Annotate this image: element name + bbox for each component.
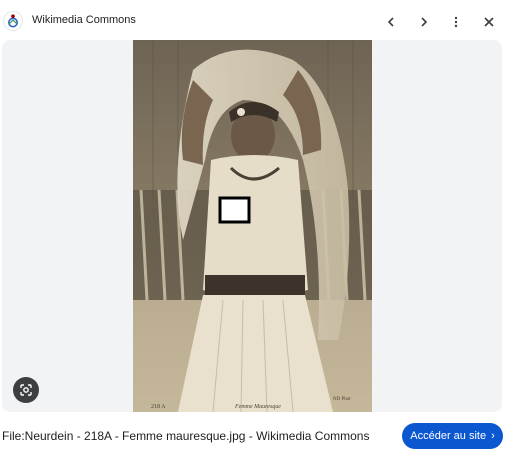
lens-search-icon	[20, 384, 32, 396]
photo-inscription-left: 218 A	[151, 404, 166, 410]
preview-image[interactable]: 218 A Femme Mauresque ND Phot	[133, 40, 372, 412]
header-bar: Wikimedia Commons	[0, 0, 512, 40]
visit-site-label: Accéder au site	[410, 430, 487, 442]
chevron-left-icon	[387, 17, 394, 27]
more-options-button[interactable]	[445, 11, 467, 33]
more-vert-icon	[454, 16, 458, 28]
chevron-right-icon: ›	[491, 429, 495, 442]
photo-inscription-center: Femme Mauresque	[234, 404, 281, 410]
site-name: Wikimedia Commons	[32, 14, 136, 26]
image-viewer: 218 A Femme Mauresque ND Phot	[2, 40, 502, 412]
visit-site-button[interactable]: Accéder au site ›	[402, 423, 503, 449]
wikimedia-logo-icon	[4, 12, 22, 30]
image-caption[interactable]: File:Neurdein - 218A - Femme mauresque.j…	[2, 429, 369, 443]
lens-search-button[interactable]	[13, 377, 39, 403]
chevron-right-icon	[421, 17, 428, 27]
previous-button[interactable]	[380, 11, 402, 33]
close-button[interactable]	[478, 11, 500, 33]
photo-inscription-right: ND Phot	[333, 397, 351, 402]
close-icon	[484, 17, 494, 27]
next-button[interactable]	[413, 11, 435, 33]
